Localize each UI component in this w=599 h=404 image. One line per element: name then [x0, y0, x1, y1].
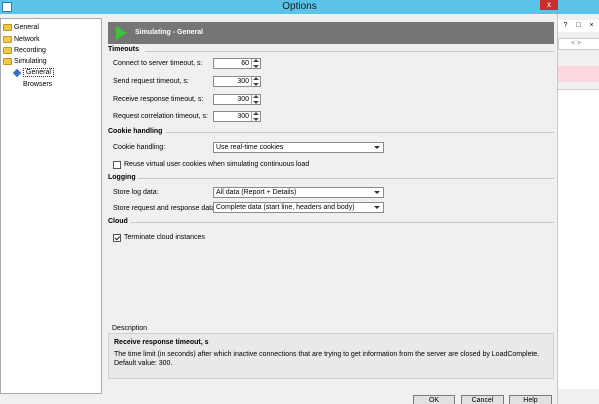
page-header: Simulating - General: [108, 22, 554, 44]
cookie-handling-select[interactable]: Use real-time cookies: [213, 142, 384, 153]
close-icon[interactable]: ×: [587, 21, 596, 30]
spinner-arrows-icon[interactable]: [251, 95, 260, 104]
description-text: The time limit (in seconds) after which …: [114, 351, 540, 367]
background-pink-bar: [558, 66, 599, 82]
connect-timeout-spinner[interactable]: 60: [213, 58, 261, 69]
cancel-button[interactable]: Cancel: [461, 395, 504, 404]
section-cloud: Cloud: [108, 218, 128, 225]
connect-timeout-label: Connect to server timeout, s:: [113, 60, 203, 67]
send-timeout-label: Send request timeout, s:: [113, 78, 189, 85]
selected-node-icon: [12, 68, 22, 77]
divider: [138, 178, 554, 179]
terminate-cloud-label: Terminate cloud instances: [124, 234, 205, 241]
correlation-timeout-label: Request correlation timeout, s:: [113, 113, 208, 120]
store-request-label: Store request and response data:: [113, 205, 217, 212]
terminate-cloud-checkbox[interactable]: [113, 234, 121, 242]
receive-timeout-label: Receive response timeout, s:: [113, 96, 204, 103]
chevron-down-icon: [374, 191, 380, 194]
tree-item-recording[interactable]: Recording: [3, 45, 46, 56]
reuse-cookies-checkbox[interactable]: [113, 161, 121, 169]
background-pane: [558, 89, 599, 389]
background-window: ? □ × < >: [557, 14, 599, 404]
store-log-select[interactable]: All data (Report + Details): [213, 187, 384, 198]
correlation-timeout-spinner[interactable]: 300: [213, 111, 261, 122]
description-title: Description: [112, 325, 148, 332]
folder-icon: [3, 58, 12, 65]
tree-item-simulating[interactable]: Simulating: [3, 56, 47, 67]
receive-timeout-spinner[interactable]: 300: [213, 94, 261, 105]
send-timeout-spinner[interactable]: 300: [213, 76, 261, 87]
section-cookie-handling: Cookie handling: [108, 128, 163, 135]
store-log-label: Store log data:: [113, 189, 159, 196]
background-nav[interactable]: < >: [558, 38, 599, 50]
section-timeouts: Timeouts: [108, 46, 139, 53]
divider: [145, 51, 554, 52]
background-toolbar: ? □ ×: [558, 20, 599, 32]
tree-item-simulating-general[interactable]: General: [12, 67, 54, 78]
title-bar: Options x: [0, 0, 599, 14]
close-button[interactable]: x: [540, 0, 558, 10]
description-heading: Receive response timeout, s: [114, 339, 209, 346]
folder-icon: [3, 36, 12, 43]
spinner-arrows-icon[interactable]: [251, 77, 260, 86]
tree-item-network[interactable]: Network: [3, 34, 40, 45]
folder-icon: [3, 24, 12, 31]
play-icon: [116, 26, 127, 40]
chevron-down-icon: [374, 146, 380, 149]
reuse-cookies-label: Reuse virtual user cookies when simulati…: [124, 161, 310, 168]
description-panel: Receive response timeout, s The time lim…: [108, 333, 554, 379]
spinner-arrows-icon[interactable]: [251, 59, 260, 68]
tree-item-general[interactable]: General: [3, 22, 39, 33]
folder-icon: [3, 47, 12, 54]
store-request-select[interactable]: Complete data (start line, headers and b…: [213, 202, 384, 213]
help-icon[interactable]: ?: [561, 21, 570, 30]
options-tree: General Network Recording Simulating Gen…: [0, 18, 102, 394]
spinner-arrows-icon[interactable]: [251, 112, 260, 121]
cookie-handling-label: Cookie handling:: [113, 144, 166, 151]
window-title: Options: [282, 1, 317, 12]
ok-button[interactable]: OK: [413, 395, 455, 404]
divider: [131, 222, 554, 223]
page-title: Simulating - General: [135, 29, 204, 36]
help-button[interactable]: Help: [509, 395, 552, 404]
chevron-down-icon: [374, 206, 380, 209]
tree-item-browsers[interactable]: Browsers: [23, 79, 52, 90]
section-logging: Logging: [108, 174, 136, 181]
divider: [166, 132, 554, 133]
maximize-icon[interactable]: □: [574, 21, 583, 30]
